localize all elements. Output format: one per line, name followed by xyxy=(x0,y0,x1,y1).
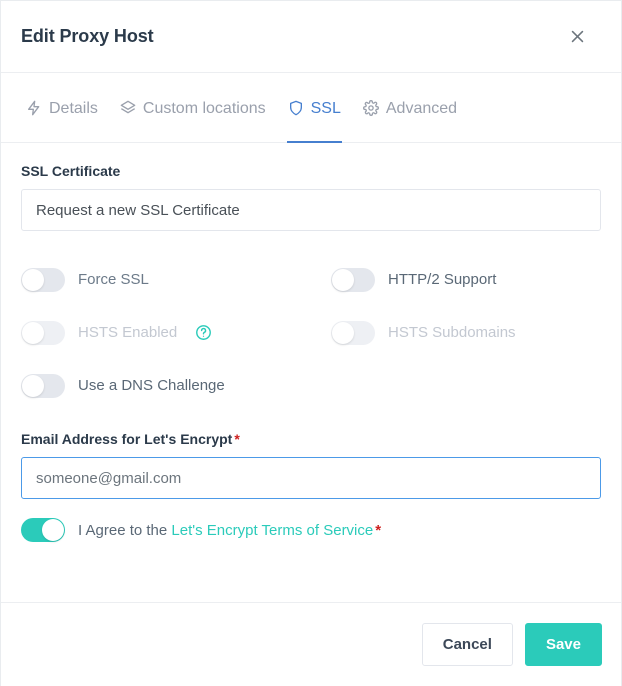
shield-icon xyxy=(288,100,304,116)
http2-support-toggle[interactable] xyxy=(331,267,375,292)
ssl-certificate-selected-value: Request a new SSL Certificate xyxy=(36,201,240,219)
required-marker: * xyxy=(234,431,240,447)
tab-custom-locations-label: Custom locations xyxy=(142,99,266,117)
help-circle-icon[interactable] xyxy=(195,324,212,341)
toggle-knob xyxy=(332,268,354,291)
agree-terms-toggle[interactable] xyxy=(21,518,65,542)
save-button[interactable]: Save xyxy=(524,623,602,666)
edit-proxy-host-modal: Edit Proxy Host Details Custom locations… xyxy=(0,0,622,686)
email-section: Email Address for Let's Encrypt * xyxy=(21,431,601,499)
required-marker: * xyxy=(375,521,382,539)
tab-custom-locations[interactable]: Custom locations xyxy=(109,73,277,142)
tab-ssl-label: SSL xyxy=(310,99,341,117)
agree-row: I Agree to the Let's Encrypt Terms of Se… xyxy=(21,518,601,542)
email-label-text: Email Address for Let's Encrypt xyxy=(21,431,233,447)
modal-footer: Cancel Save xyxy=(1,602,621,686)
hsts-enabled-toggle[interactable] xyxy=(21,320,65,345)
toggle-row-hsts-subdomains: HSTS Subdomains xyxy=(331,306,601,359)
dns-challenge-toggle[interactable] xyxy=(21,373,65,398)
gear-icon xyxy=(362,99,379,116)
toggle-knob xyxy=(22,268,44,291)
toggle-knob xyxy=(332,321,354,344)
lets-encrypt-terms-link[interactable]: Let's Encrypt Terms of Service xyxy=(171,522,373,539)
tab-bar: Details Custom locations SSL Advanced xyxy=(1,73,621,143)
toggle-row-hsts-enabled: HSTS Enabled xyxy=(21,306,331,359)
toggle-knob xyxy=(22,374,44,397)
force-ssl-toggle[interactable] xyxy=(21,267,65,292)
ssl-certificate-select[interactable]: Request a new SSL Certificate xyxy=(21,189,601,231)
tab-advanced[interactable]: Advanced xyxy=(352,73,468,142)
toggle-knob xyxy=(42,519,64,541)
toggle-row-force-ssl: Force SSL xyxy=(21,253,331,306)
tab-details[interactable]: Details xyxy=(15,73,109,142)
hsts-subdomains-label: HSTS Subdomains xyxy=(388,324,516,341)
agree-prefix-text: I Agree to the xyxy=(78,521,168,539)
toggle-knob xyxy=(22,321,44,344)
email-label: Email Address for Let's Encrypt * xyxy=(21,431,601,447)
cancel-button[interactable]: Cancel xyxy=(421,623,513,666)
agree-terms-label: I Agree to the Let's Encrypt Terms of Se… xyxy=(78,523,381,538)
email-field[interactable] xyxy=(21,457,601,499)
bolt-icon xyxy=(26,100,42,116)
ssl-certificate-label: SSL Certificate xyxy=(21,163,121,179)
close-icon[interactable] xyxy=(564,24,590,50)
toggle-row-http2-support: HTTP/2 Support xyxy=(331,253,601,306)
modal-body: SSL Certificate Request a new SSL Certif… xyxy=(1,143,621,602)
hsts-subdomains-toggle[interactable] xyxy=(331,320,375,345)
tab-ssl[interactable]: SSL xyxy=(277,73,352,143)
modal-header: Edit Proxy Host xyxy=(1,1,621,73)
force-ssl-label: Force SSL xyxy=(78,271,149,288)
hsts-enabled-label: HSTS Enabled xyxy=(78,324,178,341)
tab-details-label: Details xyxy=(49,99,98,117)
toggle-row-dns-challenge: Use a DNS Challenge xyxy=(21,359,331,412)
dns-challenge-label: Use a DNS Challenge xyxy=(78,377,225,394)
layers-icon xyxy=(120,100,136,116)
tab-advanced-label: Advanced xyxy=(385,99,458,117)
http2-support-label: HTTP/2 Support xyxy=(388,271,497,288)
page-title: Edit Proxy Host xyxy=(21,26,154,46)
ssl-options-grid: Force SSL HTTP/2 Support HSTS Enabled HS… xyxy=(21,253,601,412)
